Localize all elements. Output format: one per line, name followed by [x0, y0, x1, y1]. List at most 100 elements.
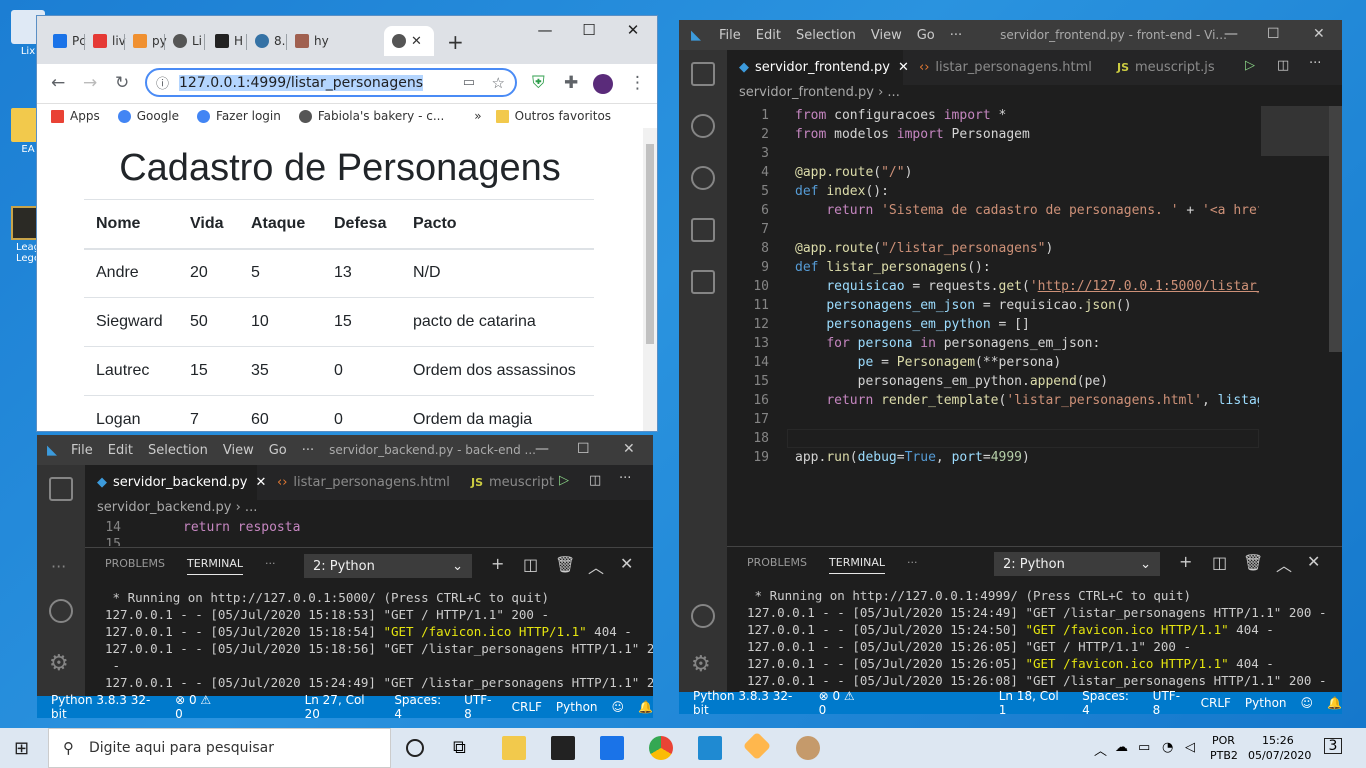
tab-problems[interactable]: PROBLEMS	[105, 557, 165, 575]
page-scrollbar[interactable]	[643, 128, 657, 431]
tab-meuscript[interactable]: JS meuscript	[459, 465, 554, 500]
cursor-position[interactable]: Ln 18, Col 1	[999, 689, 1068, 714]
explorer-icon[interactable]	[49, 477, 73, 501]
mail-icon[interactable]	[600, 736, 624, 760]
terminal-output[interactable]: * Running on http://127.0.0.1:4999/ (Pre…	[747, 587, 1342, 691]
run-icon[interactable]: ▷	[1245, 58, 1255, 73]
split-editor-icon[interactable]: ◫	[589, 473, 601, 488]
explorer-icon[interactable]	[691, 62, 715, 86]
bookmark-bakery[interactable]: Fabiola's bakery - c...	[298, 109, 444, 123]
battery-icon[interactable]: ▭	[1138, 740, 1150, 755]
minimize-button[interactable]: —	[535, 441, 549, 457]
feedback-icon[interactable]: ☺	[612, 700, 625, 714]
paint-icon[interactable]	[796, 736, 820, 760]
more-icon[interactable]: ···	[51, 557, 66, 576]
tab-3[interactable]: py	[125, 26, 167, 56]
feedback-icon[interactable]: ☺	[1301, 696, 1314, 710]
split-editor-icon[interactable]: ◫	[1277, 58, 1289, 73]
account-icon[interactable]	[49, 599, 73, 623]
code-editor[interactable]: 14 return resposta 15	[85, 518, 653, 546]
maximize-button[interactable]: ☐	[1267, 26, 1280, 42]
shield-icon[interactable]: ⛨	[532, 73, 545, 93]
menu-go[interactable]: Go	[269, 443, 287, 458]
trash-icon[interactable]: 🗑	[555, 555, 575, 574]
cortana-icon[interactable]	[406, 739, 424, 757]
terminal-select[interactable]: 2: Python ⌄	[304, 554, 472, 578]
gear-icon[interactable]: ⚙	[691, 652, 711, 677]
volume-icon[interactable]: ◁	[1185, 740, 1195, 755]
account-icon[interactable]	[691, 604, 715, 628]
avatar[interactable]	[593, 74, 613, 94]
search-box[interactable]: ⚲ Digite aqui para pesquisar	[48, 728, 391, 768]
bookmark-google[interactable]: Google	[117, 109, 179, 123]
indentation[interactable]: Spaces: 4	[394, 693, 450, 718]
menu-edit[interactable]: Edit	[108, 443, 133, 458]
add-terminal-icon[interactable]: +	[1179, 552, 1192, 571]
run-icon[interactable]: ▷	[559, 473, 569, 488]
bookmark-other[interactable]: Outros favoritos	[495, 109, 611, 123]
chrome-icon[interactable]	[649, 736, 673, 760]
breadcrumb[interactable]: servidor_backend.py › ...	[85, 500, 257, 515]
bookmark-overflow[interactable]: »	[474, 109, 481, 123]
tab-terminal[interactable]: TERMINAL	[829, 556, 885, 574]
tab-6[interactable]: 8.	[247, 26, 286, 56]
cursor-position[interactable]: Ln 27, Col 20	[305, 693, 381, 718]
close-icon[interactable]: ✕	[411, 34, 422, 49]
keyboard-layout[interactable]: PTB2	[1210, 749, 1238, 762]
tab-terminal[interactable]: TERMINAL	[187, 557, 243, 575]
close-window-button[interactable]: ✕	[1313, 26, 1325, 42]
panel-more[interactable]: ···	[907, 556, 918, 574]
extensions-icon[interactable]: ✚	[564, 73, 578, 93]
menu-edit[interactable]: Edit	[756, 28, 781, 43]
code-editor[interactable]: 1 2 3 4 5 6 7 8 9 10 11 12 13 14 15 16 17 18 19 from confi…	[727, 106, 1259, 546]
tab-problems[interactable]: PROBLEMS	[747, 556, 807, 574]
source-control-icon[interactable]	[691, 166, 715, 190]
tab-meuscript[interactable]: JS meuscript.js	[1105, 50, 1215, 85]
encoding[interactable]: UTF-8	[1153, 689, 1187, 714]
close-window-button[interactable]: ✕	[623, 441, 635, 457]
terminal-select[interactable]: 2: Python ⌄	[994, 552, 1160, 576]
file-explorer-icon[interactable]	[502, 736, 526, 760]
menu-go[interactable]: Go	[917, 28, 935, 43]
close-panel-icon[interactable]: ✕	[1307, 552, 1320, 571]
reload-icon[interactable]: ↻	[115, 73, 129, 93]
editor-scrollbar[interactable]	[1329, 106, 1342, 546]
search-icon[interactable]	[691, 114, 715, 138]
minimize-button[interactable]: —	[1224, 26, 1238, 42]
menu-selection[interactable]: Selection	[148, 443, 208, 458]
add-terminal-icon[interactable]: +	[491, 554, 504, 573]
problems-count[interactable]: ⊗ 0 ⚠ 0	[819, 689, 865, 714]
forward-icon[interactable]: →	[83, 73, 97, 93]
split-terminal-icon[interactable]: ◫	[523, 555, 538, 574]
back-icon[interactable]: ←	[51, 73, 65, 93]
language-mode[interactable]: Python	[1245, 696, 1287, 710]
line-ending[interactable]: CRLF	[1201, 696, 1231, 710]
bell-icon[interactable]: 🔔	[1327, 696, 1342, 710]
tab-5[interactable]: H	[207, 26, 246, 56]
tab-listar-html[interactable]: ‹› listar_personagens.html	[907, 50, 1092, 85]
python-interpreter[interactable]: Python 3.8.3 32-bit	[51, 693, 161, 718]
tab-listar-html[interactable]: ‹› listar_personagens.html	[265, 465, 450, 500]
line-ending[interactable]: CRLF	[512, 700, 542, 714]
trash-icon[interactable]: 🗑	[1243, 553, 1263, 572]
menu-file[interactable]: File	[71, 443, 93, 458]
url-text[interactable]: 127.0.0.1:4999/listar_personagens	[179, 74, 424, 91]
info-icon[interactable]: ⓘ	[156, 73, 169, 92]
cloud-icon[interactable]: ☁	[1115, 740, 1128, 755]
clock-time[interactable]: 15:26	[1262, 734, 1294, 747]
breadcrumb[interactable]: servidor_frontend.py › ...	[727, 85, 900, 100]
notifications-icon[interactable]: 3	[1324, 738, 1342, 754]
menu-view[interactable]: View	[871, 28, 902, 43]
maximize-button[interactable]: ☐	[577, 441, 590, 457]
menu-icon[interactable]: ⋮	[629, 73, 646, 93]
menu-more[interactable]: ···	[302, 443, 314, 458]
language-indicator[interactable]: POR	[1212, 734, 1235, 747]
chevron-up-icon[interactable]: ︿	[1276, 552, 1292, 576]
language-mode[interactable]: Python	[556, 700, 598, 714]
indentation[interactable]: Spaces: 4	[1082, 689, 1139, 714]
panel-more[interactable]: ···	[265, 557, 276, 575]
split-terminal-icon[interactable]: ◫	[1212, 553, 1227, 572]
menu-view[interactable]: View	[223, 443, 254, 458]
cast-icon[interactable]: ▭	[463, 75, 475, 90]
minimap[interactable]	[1259, 106, 1329, 546]
